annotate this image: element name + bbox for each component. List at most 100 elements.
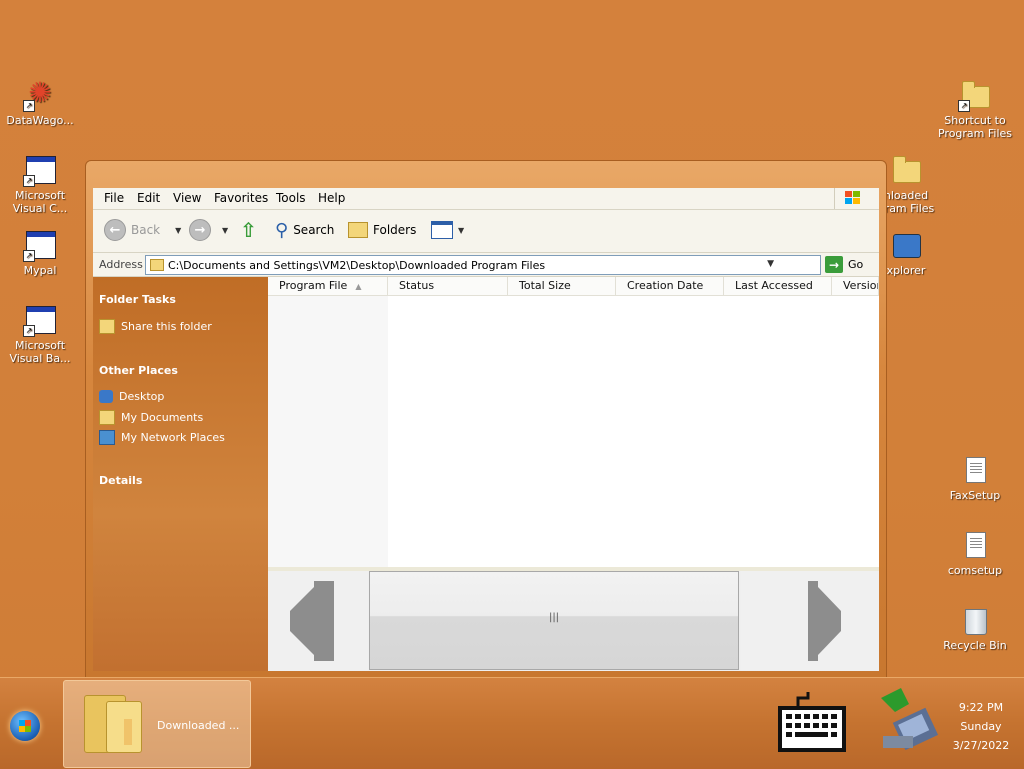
views-button[interactable]: ▼ (431, 218, 464, 242)
desktop-icon-program-files-shortcut[interactable]: ↗ Shortcut to Program Files (935, 78, 1015, 140)
place-label: My Network Places (121, 431, 225, 444)
desktop-icon-datawagon[interactable]: ✺ ↗ DataWago... (0, 78, 80, 128)
back-arrow-icon: ← (104, 219, 126, 241)
desktop-icon-comsetup[interactable]: comsetup (935, 528, 1015, 577)
document-icon (966, 457, 986, 483)
column-label: Program File (279, 279, 348, 292)
menu-bar: File Edit View Favorites Tools Help (93, 188, 879, 210)
back-label: Back (131, 223, 161, 237)
forward-button[interactable]: → ▼ (189, 218, 228, 242)
menu-tools[interactable]: Tools (276, 191, 306, 205)
desktop-icon-label: FaxSetup (949, 489, 1001, 502)
place-network-link[interactable]: My Network Places (99, 430, 225, 445)
desktop-icon (99, 390, 113, 403)
desktop-icon-mypal[interactable]: ↗ Mypal (0, 228, 80, 277)
desktop-icon-label: DataWago... (6, 114, 74, 127)
scroll-right-arrow-icon (808, 581, 841, 661)
keyboard-tray-icon[interactable] (778, 692, 846, 754)
other-places-heading[interactable]: Other Places (99, 364, 178, 377)
go-arrow-icon: → (825, 256, 843, 273)
shortcut-arrow-icon: ↗ (23, 100, 35, 112)
column-version[interactable]: Version (832, 277, 879, 295)
column-label: Last Accessed (735, 279, 813, 292)
windows-logo (834, 188, 871, 209)
window-frame: File Edit View Favorites Tools Help ← Ba… (93, 188, 879, 671)
column-last-accessed[interactable]: Last Accessed (724, 277, 832, 295)
desktop-icon-visual-basic[interactable]: ↗ Microsoft Visual Ba... (0, 303, 80, 365)
address-input[interactable]: C:\Documents and Settings\VM2\Desktop\Do… (145, 255, 821, 275)
folder-tasks-heading[interactable]: Folder Tasks (99, 293, 176, 306)
search-icon: ⚲ (275, 219, 289, 241)
clock-date: 3/27/2022 (952, 739, 1010, 752)
desktop-icon-label: Mypal (23, 264, 57, 277)
place-desktop-link[interactable]: Desktop (99, 390, 164, 403)
folders-button[interactable]: Folders (348, 218, 416, 242)
clock-day: Sunday (960, 720, 1002, 733)
column-headers: Program File ▲ Status Total Size Creation… (268, 277, 879, 296)
address-dropdown-icon[interactable]: ▼ (767, 259, 774, 269)
desktop-icon-faxsetup[interactable]: FaxSetup (935, 453, 1015, 502)
address-value: C:\Documents and Settings\VM2\Desktop\Do… (168, 259, 546, 272)
shortcut-arrow-icon: ↗ (23, 250, 35, 262)
search-button[interactable]: ⚲ Search (275, 218, 334, 242)
column-program-file[interactable]: Program File ▲ (268, 277, 388, 295)
scroll-grip-icon: ||| (548, 612, 560, 623)
chevron-down-icon: ▼ (222, 225, 229, 235)
views-icon (431, 221, 453, 239)
toolbar: ← Back ▼ → ▼ ⇧ ⚲ Search Folders ▼ (93, 210, 879, 253)
file-list[interactable]: Program File ▲ Status Total Size Creation… (268, 277, 879, 567)
folders-label: Folders (373, 223, 417, 237)
chevron-down-icon: ▼ (458, 225, 465, 235)
scroll-thumb[interactable]: ||| (369, 571, 739, 670)
desktop-icon-visual-c[interactable]: ↗ Microsoft Visual C... (0, 153, 80, 215)
column-label: Status (399, 279, 435, 292)
forward-arrow-icon: → (189, 219, 211, 241)
explorer-window[interactable]: File Edit View Favorites Tools Help ← Ba… (85, 160, 887, 679)
clock-time: 9:22 PM (958, 701, 1004, 714)
taskbar-window-label: Downloaded ... (157, 719, 240, 732)
column-creation-date[interactable]: Creation Date (616, 277, 724, 295)
system-clock[interactable]: 9:22 PM Sunday 3/27/2022 (945, 698, 1017, 755)
column-label: Total Size (519, 279, 571, 292)
up-arrow-icon: ⇧ (240, 218, 257, 242)
scroll-left-button[interactable] (268, 571, 368, 671)
shortcut-arrow-icon: ↗ (23, 175, 35, 187)
up-folder-button[interactable]: ⇧ (240, 218, 257, 242)
chevron-down-icon: ▼ (175, 225, 182, 235)
address-label: Address (99, 258, 143, 271)
start-button[interactable] (10, 711, 40, 741)
recycle-bin-icon (965, 609, 987, 635)
back-button[interactable]: ← Back ▼ (104, 218, 181, 242)
column-label: Creation Date (627, 279, 704, 292)
column-total-size[interactable]: Total Size (508, 277, 616, 295)
scroll-left-arrow-icon (290, 581, 334, 661)
desktop-icon-label: Recycle Bin (943, 639, 1007, 652)
scroll-right-button[interactable] (741, 571, 879, 671)
address-bar: Address C:\Documents and Settings\VM2\De… (93, 253, 879, 277)
share-folder-label: Share this folder (121, 320, 212, 333)
menu-edit[interactable]: Edit (137, 191, 160, 205)
desktop-icon-label: comsetup (947, 564, 1003, 577)
network-places-icon (99, 430, 115, 445)
column-status[interactable]: Status (388, 277, 508, 295)
shortcut-arrow-icon: ↗ (23, 325, 35, 337)
place-label: Desktop (119, 390, 165, 403)
menu-help[interactable]: Help (318, 191, 345, 205)
windows-flag-icon (845, 191, 861, 205)
go-button[interactable]: → Go (825, 256, 863, 273)
search-label: Search (293, 223, 335, 237)
taskbar-window-button[interactable]: Downloaded ... (63, 680, 251, 768)
share-folder-icon (99, 319, 115, 334)
go-label: Go (848, 258, 864, 271)
details-heading[interactable]: Details (99, 474, 142, 487)
network-tray-icon[interactable] (875, 688, 939, 756)
desktop-icon-recycle-bin[interactable]: Recycle Bin (935, 603, 1015, 652)
share-folder-link[interactable]: Share this folder (99, 319, 212, 334)
place-my-documents-link[interactable]: My Documents (99, 410, 203, 425)
menu-file[interactable]: File (104, 191, 124, 205)
horizontal-scrollbar[interactable]: ||| (268, 571, 879, 671)
menu-view[interactable]: View (173, 191, 201, 205)
taskbar: Downloaded ... 9:22 PM Sunday 3/27/2022 (0, 677, 1024, 769)
menu-favorites[interactable]: Favorites (214, 191, 268, 205)
network-icon (893, 234, 921, 258)
